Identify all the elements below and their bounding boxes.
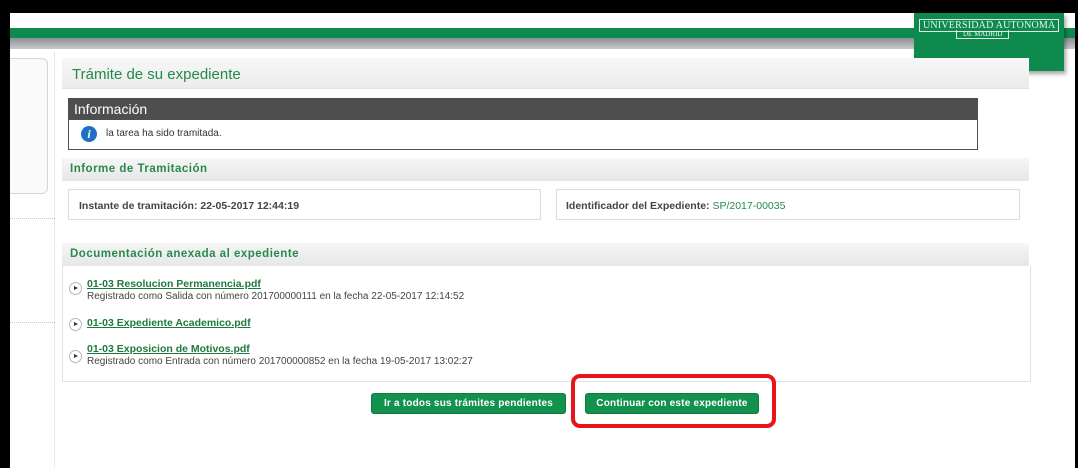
- identificador-field: Identificador del Expediente: SP/2017-00…: [556, 189, 1020, 220]
- doc-desc-exposicion: Registrado como Entrada con número 20170…: [87, 356, 473, 367]
- page-title-bar: Trámite de su expediente: [62, 58, 1029, 89]
- screenshot-border-left: [0, 0, 10, 468]
- identificador-label: Identificador del Expediente:: [566, 200, 710, 212]
- instante-field: Instante de tramitación: 22-05-2017 12:4…: [68, 189, 541, 220]
- info-icon: i: [81, 126, 97, 142]
- expand-arrow-icon[interactable]: [69, 350, 82, 363]
- doc-link-exposicion[interactable]: 01-03 Exposicion de Motivos.pdf: [87, 343, 250, 355]
- page-title: Trámite de su expediente: [72, 66, 241, 83]
- info-message: la tarea ha sido tramitada.: [106, 128, 222, 139]
- documentacion-section-header: Documentación anexada al expediente: [62, 243, 1029, 266]
- identificador-value: SP/2017-00035: [712, 200, 786, 212]
- pendientes-button[interactable]: Ir a todos sus trámites pendientes: [371, 393, 566, 414]
- left-divider: [10, 322, 55, 323]
- highlight-annotation: [571, 374, 776, 428]
- doc-link-expediente[interactable]: 01-03 Expediente Academico.pdf: [87, 317, 251, 329]
- expand-arrow-icon[interactable]: [69, 318, 82, 331]
- vertical-separator: [54, 52, 55, 468]
- instante-value: 22-05-2017 12:44:19: [200, 200, 300, 212]
- instante-label: Instante de tramitación:: [79, 200, 198, 212]
- info-heading: Información: [69, 99, 977, 120]
- screenshot-border-top: [0, 0, 1078, 13]
- logo-line2: DE MADRID: [956, 30, 1010, 39]
- left-side-panel: [10, 58, 48, 194]
- informe-heading: Informe de Tramitación: [70, 163, 208, 175]
- left-divider: [10, 218, 55, 219]
- documentacion-heading: Documentación anexada al expediente: [70, 248, 300, 260]
- informe-section-header: Informe de Tramitación: [62, 158, 1029, 181]
- expand-arrow-icon[interactable]: [69, 282, 82, 295]
- doc-link-resolucion[interactable]: 01-03 Resolucion Permanencia.pdf: [87, 278, 261, 290]
- info-panel: Información i la tarea ha sido tramitada…: [68, 98, 978, 150]
- doc-desc-resolucion: Registrado como Salida con número 201700…: [87, 291, 465, 302]
